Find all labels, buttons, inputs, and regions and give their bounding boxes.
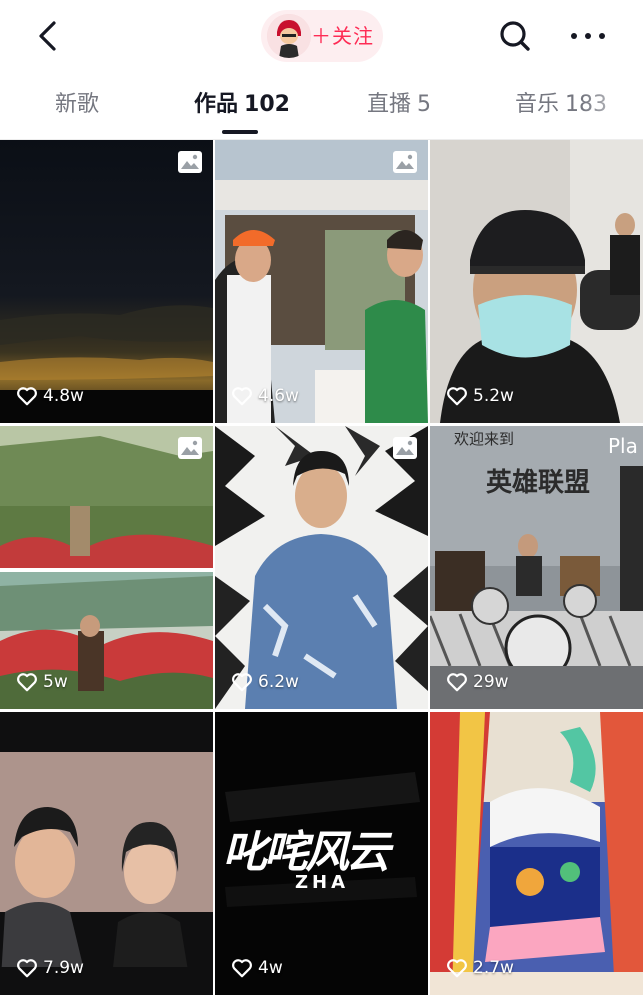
- video-card[interactable]: 5.2w: [430, 140, 643, 423]
- overlay-caption-corner: Pla: [608, 434, 638, 458]
- more-horizontal-icon: [571, 33, 605, 39]
- like-count: 4.8w: [16, 383, 84, 409]
- video-thumbnail: [215, 140, 428, 423]
- like-count: 4w: [231, 955, 283, 981]
- video-card[interactable]: 欢迎来到 英雄联盟 Pla 29w: [430, 426, 643, 709]
- video-card[interactable]: 4.6w: [215, 140, 428, 423]
- calligraphy-logo: 叱咤风云: [223, 827, 390, 878]
- follow-label: ＋关注: [311, 24, 374, 48]
- video-card[interactable]: 5w: [0, 426, 213, 709]
- overlay-caption: 欢迎来到: [454, 430, 515, 448]
- video-thumbnail: [430, 140, 643, 423]
- photo-album-icon: [178, 151, 202, 173]
- tab-live[interactable]: 直播 5: [367, 90, 431, 120]
- photo-album-icon: [393, 437, 417, 459]
- photo-album-icon: [393, 151, 417, 173]
- heart-icon: [232, 673, 252, 692]
- search-button[interactable]: [495, 16, 535, 56]
- video-thumbnail: [215, 426, 428, 709]
- heart-icon: [17, 673, 37, 692]
- like-count: 29w: [446, 669, 509, 695]
- like-count-label: 5.2w: [473, 386, 514, 406]
- heart-icon: [447, 959, 467, 978]
- tab-fade: [583, 72, 643, 139]
- tab-label: 直播: [367, 92, 412, 117]
- heart-icon: [17, 387, 37, 406]
- heart-icon: [447, 673, 467, 692]
- like-count: 5w: [16, 669, 68, 695]
- more-button[interactable]: [566, 20, 610, 52]
- like-count: 6.2w: [231, 669, 299, 695]
- video-card[interactable]: 叱咤风云 ZHA 4w: [215, 712, 428, 995]
- video-thumbnail: [430, 712, 643, 995]
- video-card[interactable]: 2.7w: [430, 712, 643, 995]
- like-count-label: 7.9w: [43, 958, 84, 978]
- like-count-label: 2.7w: [473, 958, 514, 978]
- like-count-label: 5w: [43, 672, 68, 692]
- logo-caption: ZHA: [295, 872, 350, 893]
- tab-works[interactable]: 作品 102: [194, 90, 290, 120]
- heart-icon: [17, 959, 37, 978]
- tab-label: 新歌: [55, 92, 100, 117]
- like-count-label: 4w: [258, 958, 283, 978]
- like-count-label: 6.2w: [258, 672, 299, 692]
- like-count-label: 4.6w: [258, 386, 299, 406]
- avatar[interactable]: [267, 14, 311, 58]
- back-button[interactable]: [30, 14, 70, 58]
- video-thumbnail: [0, 140, 213, 423]
- tab-label: 音乐: [515, 92, 560, 117]
- overlay-title: 英雄联盟: [486, 468, 591, 498]
- search-icon: [500, 21, 530, 51]
- chevron-left-icon: [39, 21, 56, 51]
- heart-icon: [232, 959, 252, 978]
- video-thumbnail: [0, 426, 213, 709]
- top-bar: ＋关注: [0, 0, 643, 72]
- like-count-label: 29w: [473, 672, 509, 692]
- profile-tabs: 新歌 作品102 直播5 音乐183: [0, 72, 643, 140]
- like-count-label: 4.8w: [43, 386, 84, 406]
- follow-button[interactable]: ＋关注: [261, 10, 383, 62]
- tab-label: 作品: [194, 92, 239, 117]
- video-card[interactable]: 4.8w: [0, 140, 213, 423]
- video-card[interactable]: 6.2w: [215, 426, 428, 709]
- video-thumbnail: [0, 712, 213, 995]
- heart-icon: [447, 387, 467, 406]
- tab-count: 5: [417, 92, 432, 117]
- heart-icon: [232, 387, 252, 406]
- tab-new-songs[interactable]: 新歌: [55, 90, 99, 120]
- video-grid: 4.8w 4.6w 5.2w 5w 6.2w 欢迎来到 英雄联盟 Pla 29w…: [0, 140, 643, 1000]
- like-count: 2.7w: [446, 955, 514, 981]
- photo-album-icon: [178, 437, 202, 459]
- like-count: 5.2w: [446, 383, 514, 409]
- like-count: 7.9w: [16, 955, 84, 981]
- like-count: 4.6w: [231, 383, 299, 409]
- video-card[interactable]: 7.9w: [0, 712, 213, 995]
- tab-count: 102: [244, 92, 290, 117]
- tab-active-indicator: [222, 130, 258, 134]
